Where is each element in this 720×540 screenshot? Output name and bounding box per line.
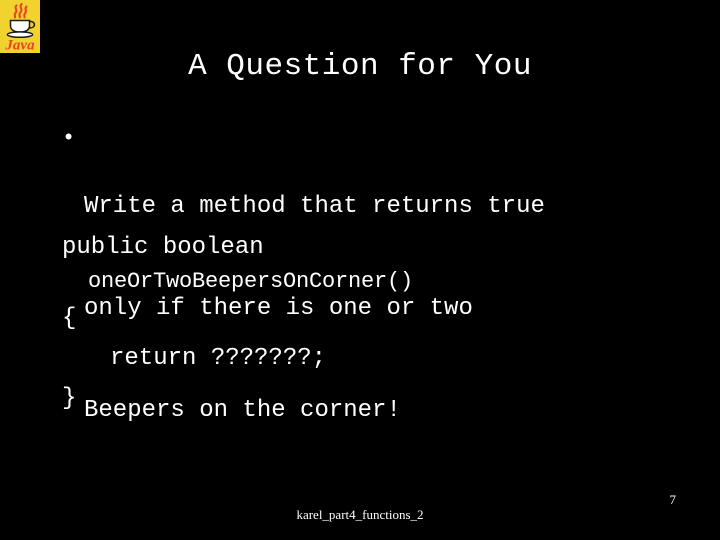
slide-canvas: Java A Question for You • Write a method… xyxy=(0,0,720,540)
code-line-close-brace: } xyxy=(62,385,77,412)
java-logo: Java xyxy=(0,0,40,53)
code-line-return: return ???????; xyxy=(110,345,327,372)
footer-note: karel_part4_functions_2 xyxy=(296,507,424,522)
code-block: public boolean oneOrTwoBeepersOnCorner()… xyxy=(62,231,682,419)
bullet-marker-icon: • xyxy=(62,126,76,151)
code-line-declaration: public boolean xyxy=(62,234,264,261)
bullet-line: Write a method that returns true xyxy=(84,193,545,220)
code-line-signature: oneOrTwoBeepersOnCorner() xyxy=(88,269,414,294)
page-title: A Question for You xyxy=(188,49,532,84)
code-line-open-brace: { xyxy=(62,305,77,332)
java-logo-artwork: Java xyxy=(0,0,40,53)
page-number: 7 xyxy=(669,492,677,507)
